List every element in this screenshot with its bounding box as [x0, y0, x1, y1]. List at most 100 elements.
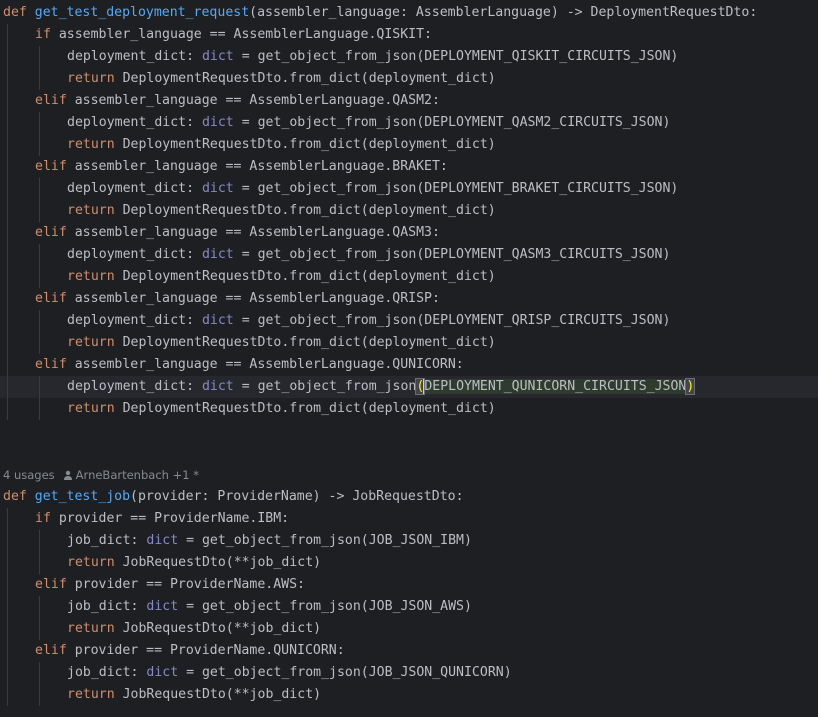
indent-guide	[7, 288, 8, 310]
indent-guide	[39, 398, 40, 420]
code-line[interactable]: job_dict: dict = get_object_from_json(JO…	[0, 530, 818, 552]
code-line[interactable]: elif assembler_language == AssemblerLang…	[0, 354, 818, 376]
code-token: job_dict:	[67, 599, 147, 614]
code-line[interactable]: job_dict: dict = get_object_from_json(JO…	[0, 596, 818, 618]
code-line[interactable]: deployment_dict: dict = get_object_from_…	[0, 46, 818, 68]
code-text: if assembler_language == AssemblerLangua…	[35, 24, 432, 46]
code-line[interactable]: elif assembler_language == AssemblerLang…	[0, 156, 818, 178]
code-line[interactable]: return DeploymentRequestDto.from_dict(de…	[0, 68, 818, 90]
code-text: deployment_dict: dict = get_object_from_…	[67, 46, 678, 68]
code-line[interactable]: if assembler_language == AssemblerLangua…	[0, 24, 818, 46]
code-line[interactable]: return JobRequestDto(**job_dict)	[0, 552, 818, 574]
code-line[interactable]: return DeploymentRequestDto.from_dict(de…	[0, 200, 818, 222]
usages-label[interactable]: 4 usages	[3, 468, 55, 482]
code-token: deployment_dict:	[67, 115, 202, 130]
code-token: deployment_dict:	[67, 247, 202, 262]
code-token: )	[685, 378, 696, 395]
indent-guide	[7, 618, 8, 640]
indent-guide	[7, 684, 8, 706]
indent-guide	[7, 310, 8, 332]
code-text: deployment_dict: dict = get_object_from_…	[67, 112, 670, 134]
code-text: return DeploymentRequestDto.from_dict(de…	[67, 398, 496, 420]
indent-guide	[7, 46, 8, 68]
code-token: assembler_language == AssemblerLanguage.…	[74, 291, 440, 306]
indent-guide	[7, 332, 8, 354]
code-line[interactable]: return DeploymentRequestDto.from_dict(de…	[0, 266, 818, 288]
code-token: return	[67, 203, 123, 218]
code-line[interactable]: elif provider == ProviderName.QUNICORN:	[0, 640, 818, 662]
code-text: elif provider == ProviderName.AWS:	[35, 574, 305, 596]
code-line[interactable]: return DeploymentRequestDto.from_dict(de…	[0, 134, 818, 156]
code-line[interactable]: def get_test_deployment_request(assemble…	[0, 2, 818, 24]
code-token: (provider: ProviderName) -> JobRequestDt…	[130, 489, 464, 504]
code-line[interactable]: if provider == ProviderName.IBM:	[0, 508, 818, 530]
code-token: = get_object_from_json	[233, 379, 417, 394]
indent-guide	[7, 530, 8, 552]
indent-guide	[7, 178, 8, 200]
indent-guide	[7, 662, 8, 684]
code-text: return JobRequestDto(**job_dict)	[67, 552, 321, 574]
code-line[interactable]: elif assembler_language == AssemblerLang…	[0, 90, 818, 112]
code-token: if	[35, 27, 59, 42]
indent-guide	[39, 684, 40, 706]
code-line[interactable]: deployment_dict: dict = get_object_from_…	[0, 178, 818, 200]
code-text: elif assembler_language == AssemblerLang…	[35, 288, 440, 310]
code-token: return	[67, 335, 123, 350]
code-token: DeploymentRequestDto.from_dict(deploymen…	[122, 401, 496, 416]
code-text: job_dict: dict = get_object_from_json(JO…	[67, 662, 512, 684]
code-token: elif	[35, 225, 75, 240]
code-token: return	[67, 621, 123, 636]
indent-guide	[7, 134, 8, 156]
code-text: return DeploymentRequestDto.from_dict(de…	[67, 68, 496, 90]
indent-guide	[7, 90, 8, 112]
author-label[interactable]: ArneBartenbach +1 *	[76, 468, 199, 482]
code-token: dict	[201, 313, 234, 328]
code-token: provider == ProviderName.IBM:	[58, 511, 290, 526]
code-token: get_test_job	[34, 489, 131, 504]
code-line[interactable]: def get_test_job(provider: ProviderName)…	[0, 486, 818, 508]
code-token: return	[67, 269, 123, 284]
code-token: = get_object_from_json(JOB_JSON_AWS)	[178, 599, 472, 614]
code-text: elif assembler_language == AssemblerLang…	[35, 222, 440, 244]
code-text: elif assembler_language == AssemblerLang…	[35, 354, 464, 376]
indent-guide	[39, 178, 40, 200]
code-token: deployment_dict:	[67, 379, 202, 394]
code-text: if provider == ProviderName.IBM:	[35, 508, 289, 530]
indent-guide	[39, 266, 40, 288]
indent-guide	[39, 552, 40, 574]
code-line[interactable]	[0, 442, 818, 464]
code-line[interactable]: return DeploymentRequestDto.from_dict(de…	[0, 398, 818, 420]
code-token: if	[35, 511, 59, 526]
code-token: dict	[201, 115, 234, 130]
code-token: JobRequestDto(**job_dict)	[122, 621, 322, 636]
indent-guide	[7, 640, 8, 662]
code-token: assembler_language == AssemblerLanguage.…	[74, 93, 440, 108]
code-line[interactable]: elif assembler_language == AssemblerLang…	[0, 288, 818, 310]
code-line[interactable]: deployment_dict: dict = get_object_from_…	[0, 244, 818, 266]
code-line[interactable]	[0, 420, 818, 442]
code-line[interactable]: return DeploymentRequestDto.from_dict(de…	[0, 332, 818, 354]
indent-guide	[7, 552, 8, 574]
user-icon	[63, 470, 72, 480]
code-line[interactable]: elif provider == ProviderName.AWS:	[0, 574, 818, 596]
code-token: elif	[35, 291, 75, 306]
code-line[interactable]: return JobRequestDto(**job_dict)	[0, 684, 818, 706]
code-line[interactable]: deployment_dict: dict = get_object_from_…	[0, 310, 818, 332]
usages-inlay-hint[interactable]: 4 usages ArneBartenbach +1 *	[3, 465, 199, 485]
code-line-current[interactable]: deployment_dict: dict = get_object_from_…	[0, 376, 818, 398]
code-line[interactable]: elif assembler_language == AssemblerLang…	[0, 222, 818, 244]
indent-guide	[39, 46, 40, 68]
indent-guide	[7, 244, 8, 266]
code-editor[interactable]: def get_test_deployment_request(assemble…	[0, 0, 818, 717]
code-line[interactable]: deployment_dict: dict = get_object_from_…	[0, 112, 818, 134]
code-token: (assembler_language: AssemblerLanguage) …	[249, 5, 758, 20]
code-line[interactable]: job_dict: dict = get_object_from_json(JO…	[0, 662, 818, 684]
indent-guide	[39, 68, 40, 90]
indent-guide	[39, 112, 40, 134]
indent-guide	[7, 24, 8, 46]
indent-guide	[39, 332, 40, 354]
code-text: return JobRequestDto(**job_dict)	[67, 618, 321, 640]
code-line[interactable]: return JobRequestDto(**job_dict)	[0, 618, 818, 640]
code-token: = get_object_from_json(DEPLOYMENT_QASM2_…	[233, 115, 671, 130]
code-token: return	[67, 555, 123, 570]
